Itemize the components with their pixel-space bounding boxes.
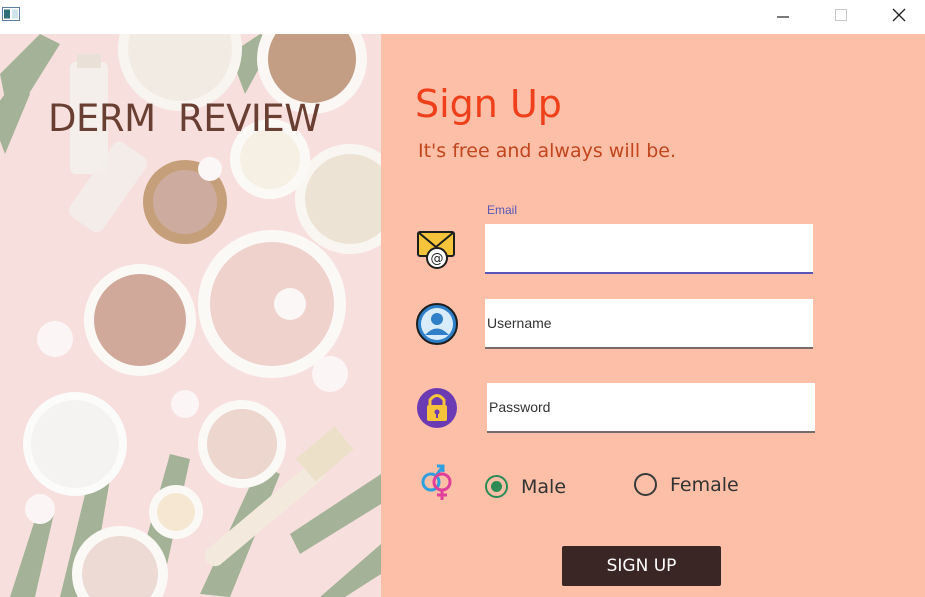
app-window-icon — [2, 7, 20, 21]
skincare-photo: DERM REVIEW — [0, 34, 381, 597]
gender-option-female[interactable]: Female — [634, 473, 739, 496]
email-field[interactable] — [485, 224, 813, 274]
user-avatar-icon — [416, 303, 458, 345]
email-label: Email — [487, 203, 518, 217]
radio-male[interactable] — [485, 475, 508, 498]
page-title: Sign Up — [415, 82, 562, 126]
padlock-icon — [417, 388, 457, 428]
radio-male-label: Male — [521, 475, 567, 498]
gender-symbol-icon — [421, 464, 452, 500]
gender-option-male[interactable]: Male — [485, 475, 566, 498]
page-subtitle: It's free and always will be. — [418, 140, 676, 162]
maximize-button[interactable] — [818, 0, 864, 30]
brand-logo-text: DERM REVIEW — [48, 97, 321, 140]
close-button[interactable] — [876, 0, 922, 30]
minimize-icon — [777, 16, 789, 18]
svg-text:@: @ — [431, 252, 444, 267]
email-at-icon: @ — [417, 231, 455, 269]
username-field[interactable] — [485, 299, 813, 349]
window-title-bar — [0, 0, 925, 34]
signup-button[interactable]: SIGN UP — [562, 546, 721, 586]
maximize-icon — [835, 9, 847, 21]
minimize-button[interactable] — [760, 0, 806, 30]
radio-female-label: Female — [670, 473, 739, 496]
password-field[interactable] — [487, 383, 815, 433]
close-icon — [892, 8, 906, 22]
signup-form: Sign Up It's free and always will be. @ … — [381, 34, 925, 597]
radio-female[interactable] — [634, 473, 657, 496]
